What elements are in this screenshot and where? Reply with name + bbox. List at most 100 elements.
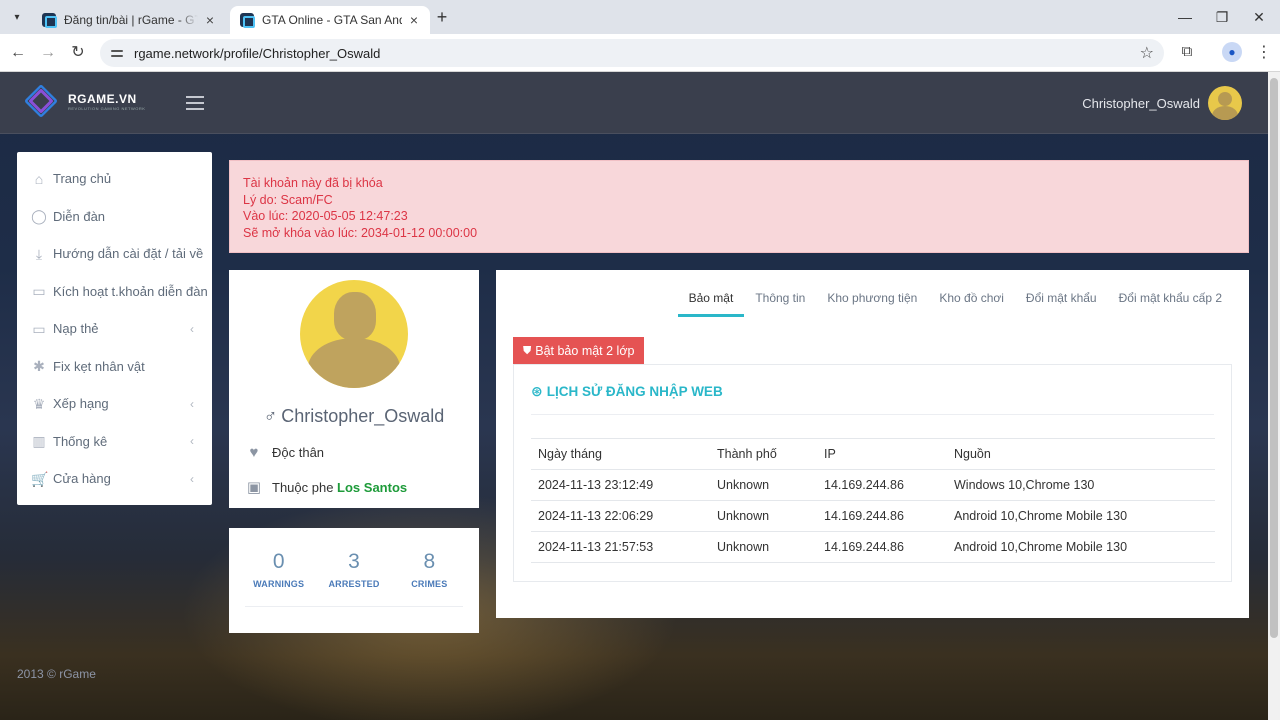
- browser-profile-icon[interactable]: ●: [1222, 42, 1242, 62]
- chat-icon: ◯: [31, 208, 47, 225]
- browser-tab-forum[interactable]: Đăng tin/bài | rGame - GTA ONLINE ×: [32, 6, 226, 34]
- login-history-title: ⊛ LỊCH SỬ ĐĂNG NHẬP WEB: [531, 383, 723, 400]
- column-header-city: Thành phố: [710, 438, 817, 470]
- back-arrow-icon[interactable]: ←: [8, 43, 28, 63]
- cell-ip: 14.169.244.86: [817, 500, 947, 532]
- account-locked-alert: Tài khoản này đã bị khóa Lý do: Scam/FC …: [229, 160, 1249, 253]
- forward-arrow-icon[interactable]: →: [38, 43, 58, 63]
- cell-ip: 14.169.244.86: [817, 469, 947, 501]
- profile-name: ♂ Christopher_Oswald: [229, 406, 479, 427]
- login-history-title-text: LỊCH SỬ ĐĂNG NHẬP WEB: [546, 384, 723, 399]
- minimize-icon[interactable]: —: [1168, 6, 1202, 28]
- sidebar-item-label: Kích hoạt t.khoản diễn đàn: [53, 283, 208, 299]
- relationship-text: Độc thân: [272, 445, 325, 460]
- site-info-icon[interactable]: [110, 46, 124, 60]
- tab-change-password[interactable]: Đổi mật khẩu: [1015, 284, 1108, 317]
- relationship-status: ♥ Độc thân: [245, 444, 325, 461]
- stat-crimes: 8 CRIMES: [392, 528, 467, 633]
- sidebar-item-download[interactable]: ⤓ Hướng dẫn cài đặt / tải về: [17, 235, 212, 273]
- rgame-logo-icon: [24, 82, 60, 120]
- sidebar-item-label: Cửa hàng: [53, 471, 111, 487]
- network-icon: ⊛: [531, 383, 543, 399]
- sidebar-item-statistics[interactable]: ▥ Thống kê ‹: [17, 423, 212, 461]
- cell-ip: 14.169.244.86: [817, 531, 947, 563]
- sidebar-item-label: Hướng dẫn cài đặt / tải về: [53, 246, 204, 262]
- browser-menu-icon[interactable]: ⋮: [1256, 42, 1272, 62]
- header-avatar[interactable]: [1208, 86, 1242, 120]
- sidebar-item-label: Thống kê: [53, 433, 108, 449]
- tab-search-chevron-icon[interactable]: ▾: [6, 7, 28, 27]
- hamburger-menu-icon[interactable]: [186, 96, 204, 110]
- bookmark-star-icon[interactable]: ☆: [1140, 43, 1154, 63]
- login-history-table: Ngày tháng Thành phố IP Nguồn 2024-11-13…: [531, 438, 1215, 563]
- site-logo[interactable]: RGAME.VN REVOLUTION GAMING NETWORK: [24, 82, 146, 120]
- browser-tab-profile[interactable]: GTA Online - GTA San Andreas ×: [230, 6, 430, 34]
- sidebar-item-fix-stuck[interactable]: ✱ Fix kẹt nhân vật: [17, 348, 212, 386]
- sidebar-item-ranking[interactable]: ♛ Xếp hạng ‹: [17, 385, 212, 423]
- enable-2fa-label: Bật bảo mật 2 lớp: [535, 344, 635, 358]
- maximize-icon[interactable]: ❐: [1205, 6, 1239, 28]
- home-icon: ⌂: [34, 170, 44, 187]
- close-tab-icon[interactable]: ×: [406, 12, 422, 28]
- cell-date: 2024-11-13 22:06:29: [531, 500, 710, 532]
- header-username[interactable]: Christopher_Oswald: [1082, 96, 1200, 111]
- history-divider: [531, 414, 1214, 415]
- table-row: 2024-11-13 21:57:53 Unknown 14.169.244.8…: [531, 531, 1215, 563]
- chevron-left-icon: ‹: [190, 321, 194, 336]
- gang-affiliation: ▣ Thuộc phe Los Santos: [245, 478, 407, 496]
- card-icon: ▭: [32, 283, 46, 300]
- close-tab-icon[interactable]: ×: [202, 12, 218, 28]
- stat-value: 3: [348, 550, 360, 573]
- browser-toolbar: ← → ↻ rgame.network/profile/Christopher_…: [0, 34, 1280, 72]
- profile-tabs: Bảo mật Thông tin Kho phương tiện Kho đồ…: [677, 284, 1233, 317]
- tab-info[interactable]: Thông tin: [744, 284, 816, 317]
- sidebar-item-forum[interactable]: ◯ Diễn đàn: [17, 198, 212, 236]
- page-viewport: RGAME.VN REVOLUTION GAMING NETWORK Chris…: [0, 72, 1268, 720]
- sidebar-item-label: Nạp thẻ: [53, 321, 99, 337]
- table-row: 2024-11-13 23:12:49 Unknown 14.169.244.8…: [531, 469, 1215, 501]
- cell-city: Unknown: [710, 469, 817, 501]
- shield-icon: ⛊: [523, 344, 532, 357]
- cell-city: Unknown: [710, 500, 817, 532]
- scrollbar-thumb[interactable]: [1270, 78, 1278, 638]
- cell-date: 2024-11-13 21:57:53: [531, 531, 710, 563]
- address-bar[interactable]: rgame.network/profile/Christopher_Oswald…: [100, 39, 1164, 67]
- profile-card: ♂ Christopher_Oswald ♥ Độc thân ▣ Thuộc p…: [229, 270, 479, 508]
- sidebar-item-label: Diễn đàn: [53, 208, 106, 224]
- gang-prefix: Thuộc phe: [272, 479, 338, 495]
- sidebar-item-activate[interactable]: ▭ Kích hoạt t.khoản diễn đàn: [17, 273, 212, 311]
- tab-items[interactable]: Kho đồ chơi: [928, 284, 1015, 317]
- stat-label: CRIMES: [411, 579, 448, 589]
- new-tab-plus-icon[interactable]: +: [432, 8, 452, 28]
- cell-source: Windows 10,Chrome 130: [947, 469, 1215, 501]
- alert-line: Tài khoản này đã bị khóa: [243, 176, 383, 190]
- bar-chart-icon: ▥: [32, 433, 46, 450]
- tab-security[interactable]: Bảo mật: [677, 284, 745, 317]
- close-window-icon[interactable]: ✕: [1242, 6, 1276, 28]
- table-row: 2024-11-13 22:06:29 Unknown 14.169.244.8…: [531, 500, 1215, 532]
- stat-label: WARNINGS: [253, 579, 305, 589]
- profile-avatar: [300, 280, 408, 388]
- chevron-left-icon: ‹: [190, 471, 194, 486]
- reload-icon[interactable]: ↻: [68, 43, 88, 63]
- tab-title: GTA Online - GTA San Andreas: [262, 13, 402, 27]
- extensions-puzzle-icon[interactable]: ⧉: [1178, 43, 1196, 61]
- heart-icon: ♥: [249, 444, 259, 461]
- tab-vehicles[interactable]: Kho phương tiện: [816, 284, 928, 317]
- logo-subtext: REVOLUTION GAMING NETWORK: [68, 105, 146, 111]
- sidebar-item-shop[interactable]: 🛒 Cửa hàng ‹: [17, 460, 212, 498]
- profile-name-text: Christopher_Oswald: [281, 406, 445, 426]
- url-text[interactable]: rgame.network/profile/Christopher_Oswald: [134, 46, 380, 61]
- sidebar-item-topup[interactable]: ▭ Nạp thẻ ‹: [17, 310, 212, 348]
- enable-2fa-button[interactable]: ⛊ Bật bảo mật 2 lớp: [513, 337, 645, 365]
- user-menu[interactable]: Christopher_Oswald: [1082, 86, 1242, 120]
- tab-change-password-2[interactable]: Đổi mật khẩu cấp 2: [1108, 284, 1233, 317]
- stats-card: 0 WARNINGS 3 ARRESTED 8 CRIMES: [229, 528, 479, 633]
- sidebar-item-label: Trang chủ: [53, 171, 112, 187]
- cell-date: 2024-11-13 23:12:49: [531, 469, 710, 501]
- tab-title: Đăng tin/bài | rGame - GTA ONLINE: [64, 13, 198, 27]
- sidebar-item-home[interactable]: ⌂ Trang chủ: [17, 160, 212, 198]
- trophy-icon: ♛: [32, 395, 46, 412]
- stat-label: ARRESTED: [328, 579, 380, 589]
- chevron-left-icon: ‹: [190, 434, 194, 449]
